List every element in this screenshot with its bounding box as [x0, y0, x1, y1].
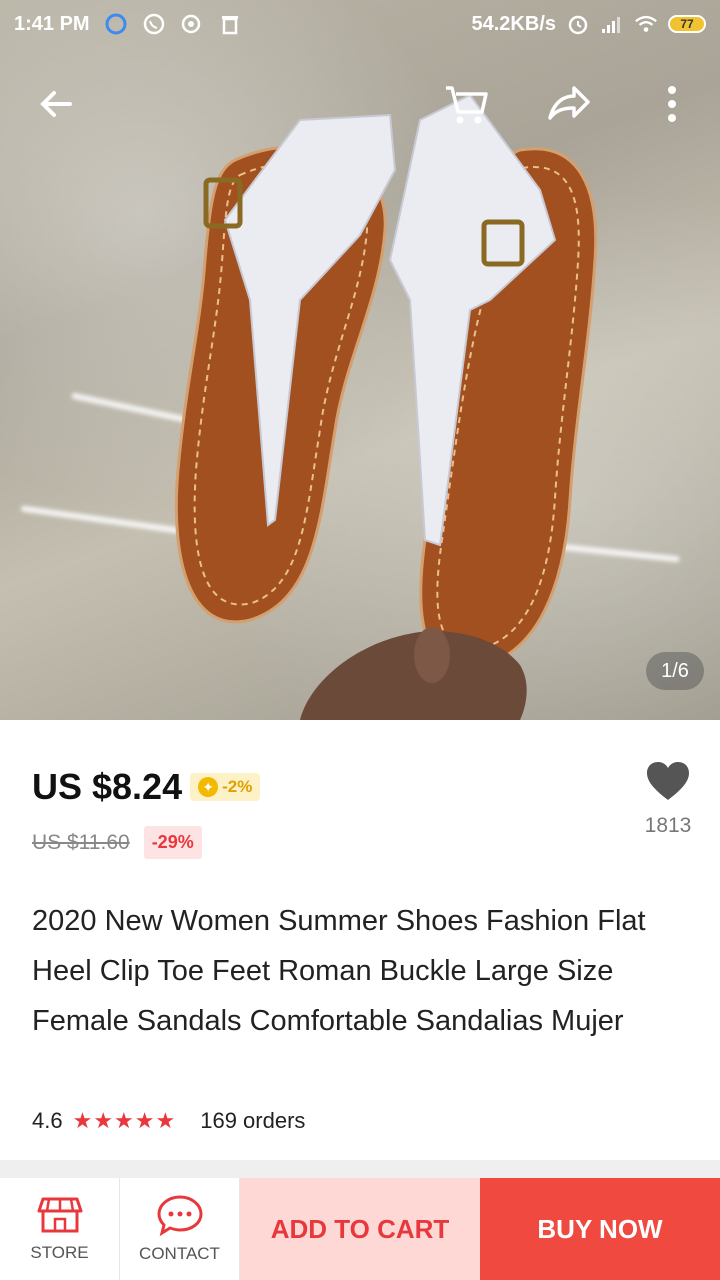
back-arrow-icon: [40, 91, 72, 117]
store-icon: [37, 1197, 82, 1233]
cart-button[interactable]: [436, 74, 496, 134]
coin-discount: -2%: [222, 777, 253, 796]
share-button[interactable]: [538, 74, 598, 134]
price-row: US $8.24 ✦ -2%: [32, 766, 261, 808]
whatsapp-icon: [142, 12, 166, 36]
browser-icon: [104, 12, 128, 36]
more-vertical-icon: [668, 86, 676, 122]
original-price: US $11.60: [32, 830, 130, 854]
network-speed: 54.2KB/s: [471, 12, 557, 35]
signal-icon: [600, 12, 624, 36]
top-navigation: [0, 70, 720, 140]
current-price: US $8.24: [32, 766, 183, 807]
rating-row[interactable]: 4.6 ★★★★★ 169 orders: [32, 1108, 305, 1134]
product-title: 2020 New Women Summer Shoes Fashion Flat…: [32, 905, 646, 1037]
store-label: STORE: [30, 1243, 89, 1262]
contact-button[interactable]: CONTACT: [120, 1178, 240, 1280]
cart-icon: [446, 86, 488, 124]
wishlist-count: 1813: [644, 814, 692, 837]
discount-badge: -29%: [143, 826, 202, 859]
alarm-icon: [566, 12, 590, 36]
trash-icon: [218, 12, 242, 36]
heart-icon: [647, 762, 689, 800]
image-pager: 1/6: [646, 652, 704, 690]
battery-indicator: 77: [668, 15, 706, 33]
store-button[interactable]: STORE: [0, 1178, 120, 1280]
contact-label: CONTACT: [139, 1244, 220, 1263]
more-options-button[interactable]: [642, 74, 702, 134]
coin-icon: ✦: [198, 777, 219, 797]
original-price-row: US $11.60 -29%: [32, 826, 202, 859]
rating-value: 4.6: [32, 1108, 63, 1133]
buy-now-button[interactable]: BUY NOW: [480, 1178, 720, 1280]
order-count: 169 orders: [200, 1108, 306, 1133]
wishlist-button[interactable]: 1813: [642, 760, 694, 838]
coin-discount-badge[interactable]: ✦ -2%: [190, 773, 261, 801]
status-bar: 1:41 PM 54.2KB/s 77: [0, 0, 720, 48]
add-to-cart-button[interactable]: ADD TO CART: [240, 1178, 480, 1280]
status-time: 1:41 PM: [14, 12, 90, 35]
divider: [0, 1160, 720, 1178]
notification-icon: [180, 12, 204, 36]
wifi-icon: [634, 12, 658, 36]
bottom-action-bar: STORE CONTACT ADD TO CART BUY NOW: [0, 1178, 720, 1280]
rating-stars: ★★★★★: [72, 1108, 177, 1133]
back-button[interactable]: [26, 74, 86, 134]
chat-icon: [156, 1195, 203, 1236]
share-icon: [548, 86, 590, 120]
product-details: US $8.24 ✦ -2% US $11.60 -29% 1813 2020 …: [0, 720, 720, 1160]
